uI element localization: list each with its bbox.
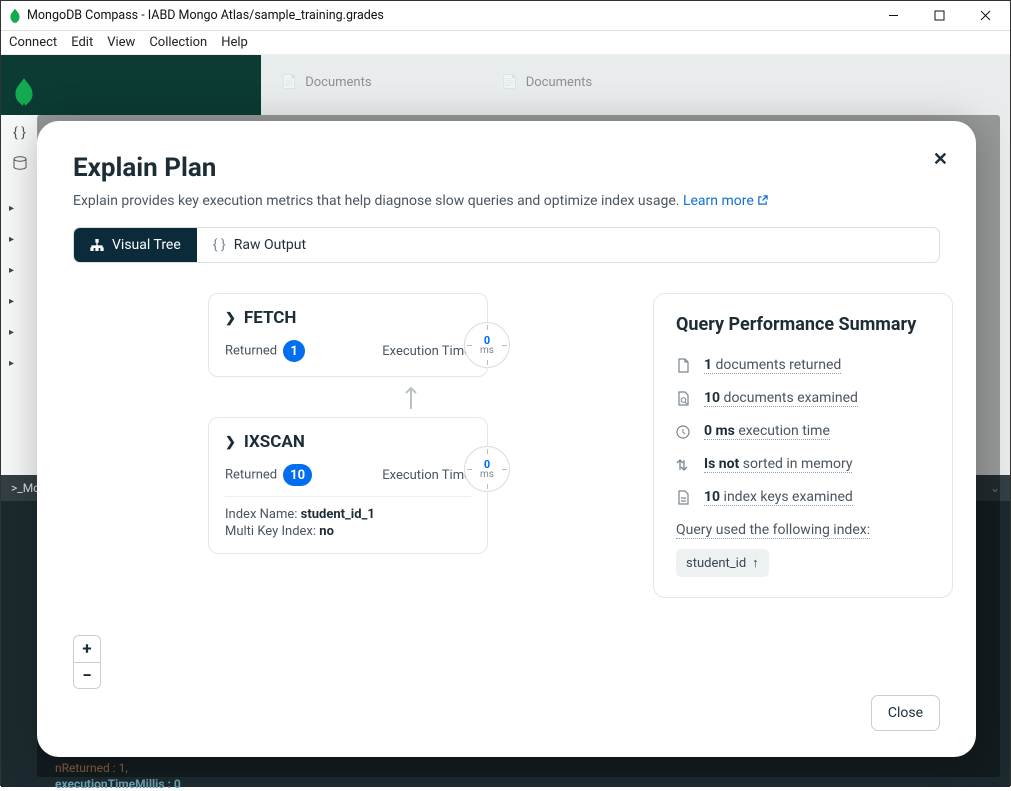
tab-raw-output[interactable]: { } Raw Output xyxy=(197,228,322,262)
index-name-row: Index Name: student_id_1 xyxy=(225,507,471,522)
chevron-right-icon: ❯ xyxy=(225,435,236,450)
tree-icon xyxy=(90,239,104,251)
key-icon xyxy=(676,490,692,506)
returned-badge: 10 xyxy=(283,464,312,486)
mongodb-leaf-icon xyxy=(9,8,21,24)
zoom-controls: + − xyxy=(73,635,101,689)
menu-help[interactable]: Help xyxy=(221,35,248,50)
sidebar-json-icon[interactable]: { } xyxy=(6,121,34,145)
tab-visual-tree[interactable]: Visual Tree xyxy=(74,228,197,262)
zoom-out-button[interactable]: − xyxy=(74,662,100,688)
menubar: Connect Edit View Collection Help xyxy=(1,31,1010,55)
search-document-icon xyxy=(676,391,692,407)
summary-heading: Query Performance Summary xyxy=(676,314,930,335)
exec-time-label: Execution Time xyxy=(382,344,471,359)
exec-time-label: Execution Time xyxy=(382,468,471,483)
connector-arrow-icon xyxy=(404,385,418,409)
mongodb-leaf-icon xyxy=(13,77,35,107)
stage-name: IXSCAN xyxy=(244,432,305,452)
view-toggle: Visual Tree { } Raw Output xyxy=(73,227,940,263)
close-button[interactable]: Close xyxy=(871,695,940,731)
window-titlebar: MongoDB Compass - IABD Mongo Atlas/sampl… xyxy=(1,1,1010,31)
returned-badge: 1 xyxy=(283,340,305,362)
maximize-button[interactable] xyxy=(916,2,962,30)
multikey-row: Multi Key Index: no xyxy=(225,524,471,539)
menu-connect[interactable]: Connect xyxy=(9,35,57,50)
stage-name: FETCH xyxy=(244,308,297,328)
bg-tab-documents-1: Documents xyxy=(281,75,372,90)
menu-view[interactable]: View xyxy=(107,35,135,50)
explain-plan-modal: ✕ Explain Plan Explain provides key exec… xyxy=(37,121,976,757)
stage-card-fetch[interactable]: 0 ms ❯FETCH Returned1 Execution Time xyxy=(208,293,488,377)
menu-collection[interactable]: Collection xyxy=(149,35,207,50)
summary-docs-returned: 1 documents returned xyxy=(676,357,930,374)
menu-edit[interactable]: Edit xyxy=(71,35,93,50)
summary-keys-examined: 10 index keys examined xyxy=(676,489,930,506)
window-controls xyxy=(870,2,1008,30)
modal-subtitle: Explain provides key execution metrics t… xyxy=(73,193,940,209)
modal-title: Explain Plan xyxy=(73,153,940,183)
execution-time-clock: 0 ms xyxy=(464,446,510,492)
subtitle-text: Explain provides key execution metrics t… xyxy=(73,193,679,209)
sort-icon xyxy=(676,458,692,472)
close-window-button[interactable] xyxy=(962,2,1008,30)
console-line: executionTimeMillis : 0 xyxy=(55,777,181,791)
summary-exec-time: 0 ms execution time xyxy=(676,423,930,440)
arrow-up-icon: ↑ xyxy=(752,555,759,571)
index-used-label: Query used the following index: xyxy=(676,522,870,539)
query-performance-summary: Query Performance Summary 1 documents re… xyxy=(653,293,953,598)
documents-icon xyxy=(676,358,692,374)
execution-time-clock: 0 ms xyxy=(464,322,510,368)
window-title: MongoDB Compass - IABD Mongo Atlas/sampl… xyxy=(27,8,384,23)
bg-tab-documents-2: Documents xyxy=(502,75,593,90)
summary-docs-examined: 10 documents examined xyxy=(676,390,930,407)
learn-more-link[interactable]: Learn more xyxy=(683,193,768,209)
external-link-icon xyxy=(757,195,768,206)
stage-card-ixscan[interactable]: 0 ms ❯IXSCAN Returned10 Execution Time I… xyxy=(208,417,488,554)
console-prompt: >_Mo xyxy=(11,481,40,495)
index-badge: student_id ↑ xyxy=(676,549,769,577)
visual-tree-pane: 0 ms ❯FETCH Returned1 Execution Time xyxy=(73,293,613,695)
chevron-right-icon: ❯ xyxy=(225,311,236,326)
sidebar-db-icon[interactable] xyxy=(6,151,34,175)
close-icon[interactable]: ✕ xyxy=(933,149,948,170)
braces-icon: { } xyxy=(213,237,226,253)
app-background: Documents Documents { } ▸▸▸▸▸▸ >_Mo ⌄ nR… xyxy=(1,55,1010,787)
zoom-in-button[interactable]: + xyxy=(74,636,100,662)
clock-icon xyxy=(676,425,692,439)
minimize-button[interactable] xyxy=(870,2,916,30)
summary-sorted: Is not sorted in memory xyxy=(676,456,930,473)
